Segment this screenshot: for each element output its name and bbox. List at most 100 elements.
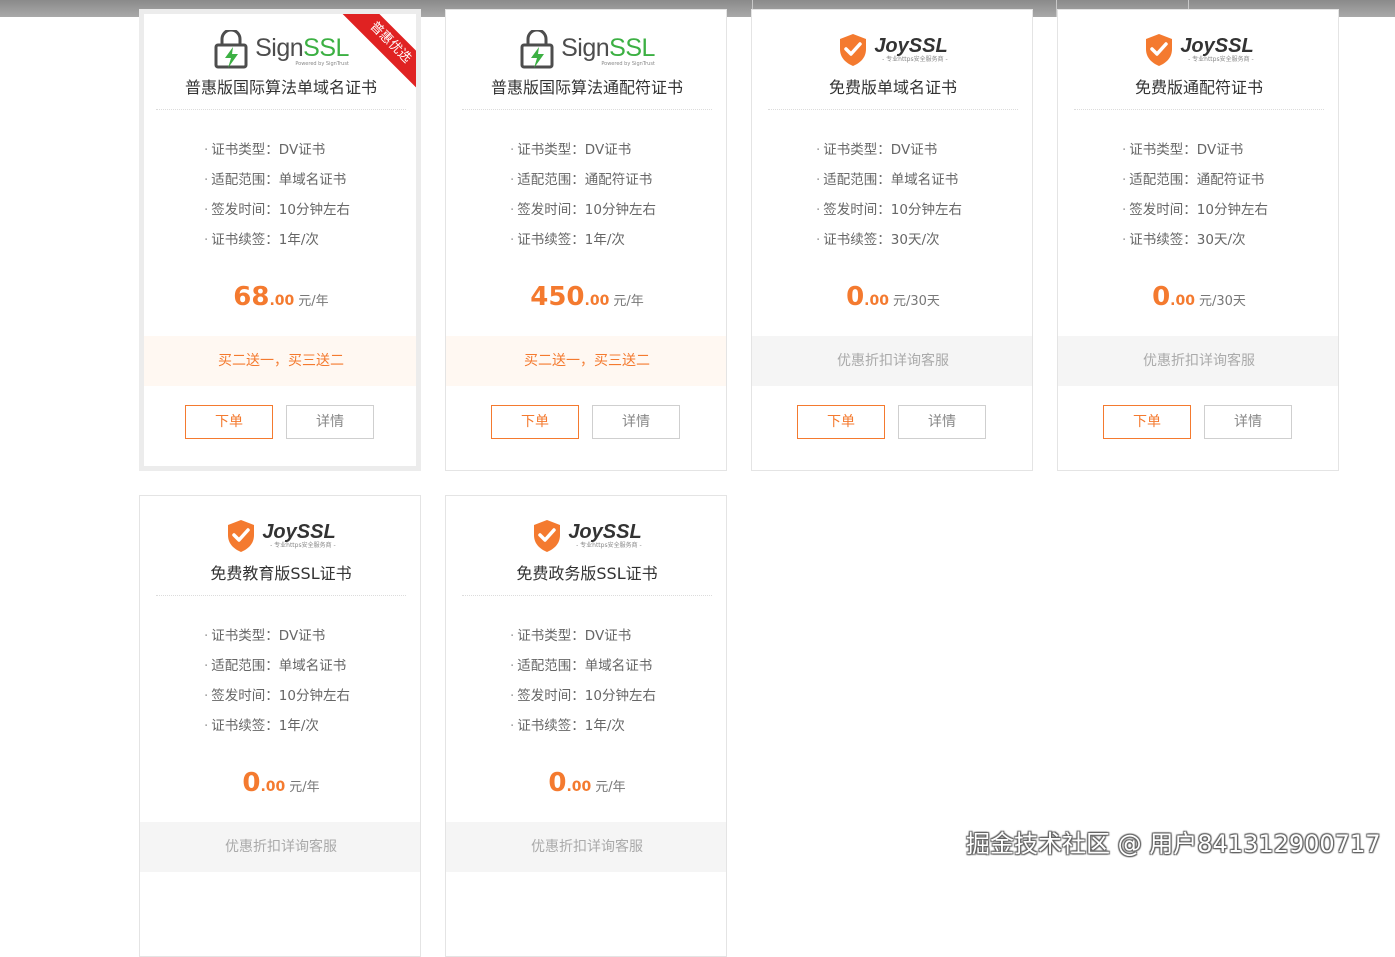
- divider: [156, 109, 406, 110]
- detail-button[interactable]: 详情: [592, 405, 680, 439]
- product-card: JoySSL - 专业https安全服务商 - 免费版单域名证书 · 证书类型：D…: [751, 9, 1033, 471]
- price-decimal: .00: [566, 779, 592, 795]
- product-title: 免费版单域名证书: [828, 78, 957, 97]
- feature-label: 证书类型：: [211, 142, 279, 158]
- order-button[interactable]: 下单: [797, 405, 885, 439]
- detail-button[interactable]: 详情: [898, 405, 986, 439]
- brand-name: Sign: [255, 33, 304, 62]
- product-card: JoySSL - 专业https安全服务商 - 免费教育版SSL证书 · 证书类型…: [139, 495, 421, 957]
- price-decimal: .00: [864, 293, 889, 309]
- feature-value: 10分钟左右: [278, 688, 350, 704]
- feature-item: · 适配范围：通配符证书: [510, 172, 653, 188]
- price-integer: 68: [233, 282, 270, 312]
- feature-value: 10分钟左右: [584, 202, 656, 218]
- feature-value: 1年/次: [278, 232, 319, 248]
- feature-label: 证书续签：: [517, 718, 585, 734]
- feature-list: · 证书类型：DV证书 · 适配范围：单域名证书 · 签发时间：10分钟左右 · 证书续…: [816, 135, 1016, 255]
- brand-name: JoySSL: [568, 520, 642, 543]
- joyssl-logo: JoySSL - 专业https安全服务商 -: [752, 30, 1032, 70]
- feature-value: DV证书: [890, 142, 938, 158]
- shield-icon: [228, 520, 255, 552]
- promo-banner: 优惠折扣详询客服: [1058, 336, 1338, 386]
- price: 0.00 元/30天: [1058, 282, 1338, 312]
- feature-label: 适配范围：: [211, 172, 279, 188]
- promo-banner: 优惠折扣详询客服: [446, 822, 726, 872]
- feature-value: 单域名证书: [584, 658, 653, 674]
- joyssl-logo: JoySSL - 专业https安全服务商 -: [446, 516, 726, 556]
- feature-item: · 适配范围：单域名证书: [204, 658, 347, 674]
- product-title: 免费政务版SSL证书: [516, 564, 658, 583]
- order-button[interactable]: 下单: [491, 405, 579, 439]
- product-card: 普惠优选 SignSSL Powered by SignTrust 普惠版国际算…: [139, 9, 421, 471]
- detail-button[interactable]: 详情: [286, 405, 374, 439]
- feature-label: 适配范围：: [517, 172, 585, 188]
- price: 0.00 元/30天: [752, 282, 1032, 312]
- divider: [462, 595, 712, 596]
- feature-value: 1年/次: [278, 718, 319, 734]
- feature-label: 适配范围：: [1129, 172, 1197, 188]
- watermark: 掘金技术社区 @ 用户841312900717: [966, 830, 1381, 858]
- brand-subtitle: - 专业https安全服务商 -: [1188, 55, 1254, 63]
- brand-name-ssl: SSL: [303, 33, 349, 62]
- feature-value: DV证书: [584, 142, 632, 158]
- divider: [768, 109, 1018, 110]
- feature-label: 签发时间：: [1129, 202, 1197, 218]
- joyssl-logo: JoySSL - 专业https安全服务商 -: [140, 516, 420, 556]
- feature-list: · 证书类型：DV证书 · 适配范围：单域名证书 · 签发时间：10分钟左右 · 证书续…: [510, 621, 710, 741]
- feature-label: 证书类型：: [211, 628, 279, 644]
- feature-value: 单域名证书: [278, 658, 347, 674]
- feature-label: 证书续签：: [517, 232, 585, 248]
- brand-name: JoySSL: [1180, 34, 1254, 57]
- feature-label: 证书类型：: [1129, 142, 1197, 158]
- joyssl-logo: JoySSL - 专业https安全服务商 -: [1058, 30, 1338, 70]
- feature-item: · 证书续签：30天/次: [1122, 232, 1246, 248]
- brand-subtitle: - 专业https安全服务商 -: [882, 55, 948, 63]
- feature-label: 签发时间：: [211, 202, 279, 218]
- feature-value: 30天/次: [1196, 232, 1246, 248]
- feature-value: 1年/次: [584, 232, 625, 248]
- feature-list: · 证书类型：DV证书 · 适配范围：单域名证书 · 签发时间：10分钟左右 · 证书续…: [204, 621, 404, 741]
- feature-value: DV证书: [278, 628, 326, 644]
- order-button[interactable]: 下单: [185, 405, 273, 439]
- feature-item: · 证书类型：DV证书: [1122, 142, 1244, 158]
- feature-value: 10分钟左右: [890, 202, 962, 218]
- feature-label: 证书类型：: [517, 142, 585, 158]
- brand-subtitle: - 专业https安全服务商 -: [270, 541, 336, 549]
- feature-item: · 适配范围：单域名证书: [204, 172, 347, 188]
- price-integer: 0: [548, 768, 567, 798]
- feature-label: 适配范围：: [211, 658, 279, 674]
- promo-banner: 买二送一，买三送二: [144, 336, 416, 386]
- price-integer: 0: [242, 768, 261, 798]
- feature-label: 证书续签：: [1129, 232, 1197, 248]
- price: 0.00 元/年: [140, 768, 420, 798]
- feature-value: 通配符证书: [1196, 172, 1265, 188]
- brand-name: JoySSL: [874, 34, 948, 57]
- price: 450.00 元/年: [446, 282, 726, 312]
- feature-value: 10分钟左右: [1196, 202, 1268, 218]
- feature-item: · 证书续签：1年/次: [510, 718, 625, 734]
- signssl-logo: SignSSL Powered by SignTrust: [144, 30, 416, 70]
- feature-label: 证书续签：: [823, 232, 891, 248]
- product-title: 免费版通配符证书: [1134, 78, 1263, 97]
- feature-value: 30天/次: [890, 232, 940, 248]
- detail-button[interactable]: 详情: [1204, 405, 1292, 439]
- feature-label: 适配范围：: [517, 658, 585, 674]
- feature-item: · 签发时间：10分钟左右: [1122, 202, 1268, 218]
- feature-list: · 证书类型：DV证书 · 适配范围：通配符证书 · 签发时间：10分钟左右 · 证书续…: [510, 135, 710, 255]
- price-unit: 元/30天: [892, 294, 940, 309]
- lock-icon: [520, 30, 554, 69]
- order-button[interactable]: 下单: [1103, 405, 1191, 439]
- feature-list: · 证书类型：DV证书 · 适配范围：通配符证书 · 签发时间：10分钟左右 · 证书续…: [1122, 135, 1322, 255]
- price-integer: 0: [1152, 282, 1171, 312]
- product-card: JoySSL - 专业https安全服务商 - 免费政务版SSL证书 · 证书类型…: [445, 495, 727, 957]
- feature-label: 证书类型：: [517, 628, 585, 644]
- promo-banner: 优惠折扣详询客服: [752, 336, 1032, 386]
- price-unit: 元/年: [289, 780, 320, 795]
- feature-label: 签发时间：: [517, 688, 585, 704]
- brand-name-ssl: SSL: [609, 33, 655, 62]
- price-decimal: .00: [260, 779, 286, 795]
- promo-banner: 优惠折扣详询客服: [140, 822, 420, 872]
- feature-item: · 适配范围：单域名证书: [816, 172, 959, 188]
- signssl-logo: SignSSL Powered by SignTrust: [446, 30, 726, 70]
- shield-icon: [840, 34, 867, 66]
